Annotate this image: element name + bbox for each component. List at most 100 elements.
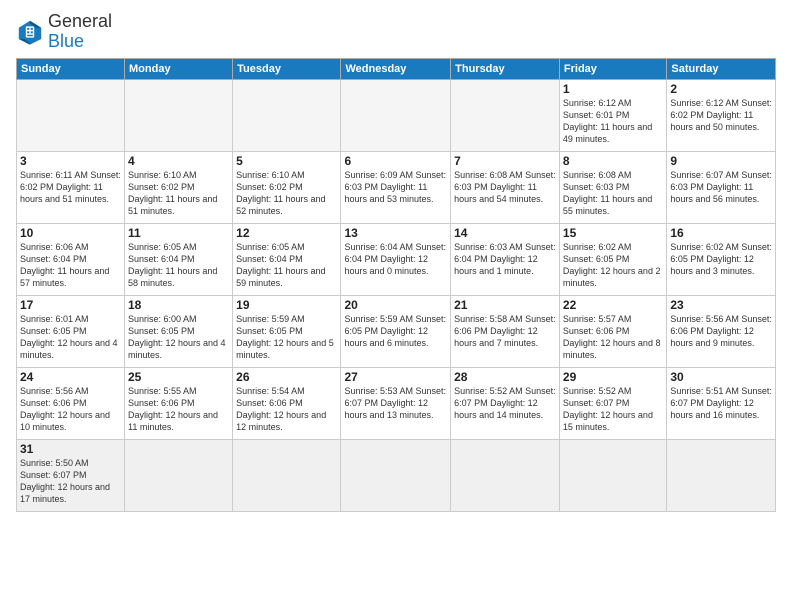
calendar-week-1: 1Sunrise: 6:12 AM Sunset: 6:01 PM Daylig… <box>17 79 776 151</box>
calendar-cell: 14Sunrise: 6:03 AM Sunset: 6:04 PM Dayli… <box>451 223 560 295</box>
calendar-cell <box>667 439 776 511</box>
calendar-cell <box>341 439 451 511</box>
calendar-cell: 19Sunrise: 5:59 AM Sunset: 6:05 PM Dayli… <box>233 295 341 367</box>
calendar-cell: 2Sunrise: 6:12 AM Sunset: 6:02 PM Daylig… <box>667 79 776 151</box>
day-info: Sunrise: 5:52 AM Sunset: 6:07 PM Dayligh… <box>454 385 556 421</box>
day-number: 26 <box>236 370 337 384</box>
calendar-cell: 11Sunrise: 6:05 AM Sunset: 6:04 PM Dayli… <box>125 223 233 295</box>
day-number: 16 <box>670 226 772 240</box>
calendar-cell: 4Sunrise: 6:10 AM Sunset: 6:02 PM Daylig… <box>125 151 233 223</box>
calendar-cell: 9Sunrise: 6:07 AM Sunset: 6:03 PM Daylig… <box>667 151 776 223</box>
calendar-cell: 20Sunrise: 5:59 AM Sunset: 6:05 PM Dayli… <box>341 295 451 367</box>
day-info: Sunrise: 6:08 AM Sunset: 6:03 PM Dayligh… <box>563 169 663 218</box>
calendar-cell: 26Sunrise: 5:54 AM Sunset: 6:06 PM Dayli… <box>233 367 341 439</box>
logo: General Blue <box>16 12 112 52</box>
day-number: 1 <box>563 82 663 96</box>
day-number: 15 <box>563 226 663 240</box>
day-info: Sunrise: 5:53 AM Sunset: 6:07 PM Dayligh… <box>344 385 447 421</box>
logo-general: General <box>48 12 112 32</box>
calendar-cell <box>125 439 233 511</box>
header: General Blue <box>16 12 776 52</box>
day-info: Sunrise: 5:51 AM Sunset: 6:07 PM Dayligh… <box>670 385 772 421</box>
calendar-cell <box>559 439 666 511</box>
day-info: Sunrise: 5:56 AM Sunset: 6:06 PM Dayligh… <box>670 313 772 349</box>
day-info: Sunrise: 5:56 AM Sunset: 6:06 PM Dayligh… <box>20 385 121 434</box>
calendar-cell: 27Sunrise: 5:53 AM Sunset: 6:07 PM Dayli… <box>341 367 451 439</box>
day-number: 8 <box>563 154 663 168</box>
weekday-header-saturday: Saturday <box>667 58 776 79</box>
day-info: Sunrise: 6:11 AM Sunset: 6:02 PM Dayligh… <box>20 169 121 205</box>
day-number: 19 <box>236 298 337 312</box>
calendar-cell <box>451 439 560 511</box>
calendar-cell: 23Sunrise: 5:56 AM Sunset: 6:06 PM Dayli… <box>667 295 776 367</box>
logo-icon <box>16 18 44 46</box>
calendar-cell <box>17 79 125 151</box>
day-info: Sunrise: 5:59 AM Sunset: 6:05 PM Dayligh… <box>236 313 337 362</box>
calendar-cell <box>125 79 233 151</box>
calendar-cell: 8Sunrise: 6:08 AM Sunset: 6:03 PM Daylig… <box>559 151 666 223</box>
day-info: Sunrise: 5:50 AM Sunset: 6:07 PM Dayligh… <box>20 457 121 506</box>
calendar-cell <box>451 79 560 151</box>
day-info: Sunrise: 6:09 AM Sunset: 6:03 PM Dayligh… <box>344 169 447 205</box>
calendar-cell: 16Sunrise: 6:02 AM Sunset: 6:05 PM Dayli… <box>667 223 776 295</box>
day-info: Sunrise: 6:06 AM Sunset: 6:04 PM Dayligh… <box>20 241 121 290</box>
day-info: Sunrise: 6:05 AM Sunset: 6:04 PM Dayligh… <box>128 241 229 290</box>
day-number: 25 <box>128 370 229 384</box>
calendar-week-3: 10Sunrise: 6:06 AM Sunset: 6:04 PM Dayli… <box>17 223 776 295</box>
day-number: 13 <box>344 226 447 240</box>
calendar-cell: 28Sunrise: 5:52 AM Sunset: 6:07 PM Dayli… <box>451 367 560 439</box>
logo-blue: Blue <box>48 32 112 52</box>
logo-text: General Blue <box>48 12 112 52</box>
day-info: Sunrise: 5:52 AM Sunset: 6:07 PM Dayligh… <box>563 385 663 434</box>
calendar-cell: 3Sunrise: 6:11 AM Sunset: 6:02 PM Daylig… <box>17 151 125 223</box>
day-info: Sunrise: 5:59 AM Sunset: 6:05 PM Dayligh… <box>344 313 447 349</box>
day-info: Sunrise: 5:58 AM Sunset: 6:06 PM Dayligh… <box>454 313 556 349</box>
day-number: 24 <box>20 370 121 384</box>
day-number: 5 <box>236 154 337 168</box>
day-info: Sunrise: 5:57 AM Sunset: 6:06 PM Dayligh… <box>563 313 663 362</box>
day-number: 30 <box>670 370 772 384</box>
day-number: 22 <box>563 298 663 312</box>
day-number: 3 <box>20 154 121 168</box>
calendar-cell: 1Sunrise: 6:12 AM Sunset: 6:01 PM Daylig… <box>559 79 666 151</box>
calendar-cell: 12Sunrise: 6:05 AM Sunset: 6:04 PM Dayli… <box>233 223 341 295</box>
day-info: Sunrise: 6:12 AM Sunset: 6:02 PM Dayligh… <box>670 97 772 133</box>
day-info: Sunrise: 6:01 AM Sunset: 6:05 PM Dayligh… <box>20 313 121 362</box>
day-info: Sunrise: 6:04 AM Sunset: 6:04 PM Dayligh… <box>344 241 447 277</box>
calendar-week-6: 31Sunrise: 5:50 AM Sunset: 6:07 PM Dayli… <box>17 439 776 511</box>
day-number: 17 <box>20 298 121 312</box>
day-number: 7 <box>454 154 556 168</box>
day-number: 20 <box>344 298 447 312</box>
weekday-header-wednesday: Wednesday <box>341 58 451 79</box>
calendar-cell: 29Sunrise: 5:52 AM Sunset: 6:07 PM Dayli… <box>559 367 666 439</box>
day-info: Sunrise: 6:03 AM Sunset: 6:04 PM Dayligh… <box>454 241 556 277</box>
calendar-week-4: 17Sunrise: 6:01 AM Sunset: 6:05 PM Dayli… <box>17 295 776 367</box>
calendar-cell: 24Sunrise: 5:56 AM Sunset: 6:06 PM Dayli… <box>17 367 125 439</box>
calendar-cell: 13Sunrise: 6:04 AM Sunset: 6:04 PM Dayli… <box>341 223 451 295</box>
day-number: 9 <box>670 154 772 168</box>
day-info: Sunrise: 5:54 AM Sunset: 6:06 PM Dayligh… <box>236 385 337 434</box>
day-number: 10 <box>20 226 121 240</box>
day-number: 14 <box>454 226 556 240</box>
weekday-header-thursday: Thursday <box>451 58 560 79</box>
day-number: 18 <box>128 298 229 312</box>
day-number: 4 <box>128 154 229 168</box>
day-info: Sunrise: 6:07 AM Sunset: 6:03 PM Dayligh… <box>670 169 772 205</box>
day-number: 31 <box>20 442 121 456</box>
calendar-cell: 6Sunrise: 6:09 AM Sunset: 6:03 PM Daylig… <box>341 151 451 223</box>
day-info: Sunrise: 6:05 AM Sunset: 6:04 PM Dayligh… <box>236 241 337 290</box>
calendar-week-2: 3Sunrise: 6:11 AM Sunset: 6:02 PM Daylig… <box>17 151 776 223</box>
day-info: Sunrise: 6:12 AM Sunset: 6:01 PM Dayligh… <box>563 97 663 146</box>
calendar-cell: 7Sunrise: 6:08 AM Sunset: 6:03 PM Daylig… <box>451 151 560 223</box>
day-number: 23 <box>670 298 772 312</box>
calendar-cell <box>341 79 451 151</box>
calendar-cell: 21Sunrise: 5:58 AM Sunset: 6:06 PM Dayli… <box>451 295 560 367</box>
calendar-cell: 5Sunrise: 6:10 AM Sunset: 6:02 PM Daylig… <box>233 151 341 223</box>
day-info: Sunrise: 5:55 AM Sunset: 6:06 PM Dayligh… <box>128 385 229 434</box>
calendar-table: SundayMondayTuesdayWednesdayThursdayFrid… <box>16 58 776 512</box>
calendar-cell <box>233 439 341 511</box>
calendar-cell <box>233 79 341 151</box>
day-info: Sunrise: 6:02 AM Sunset: 6:05 PM Dayligh… <box>670 241 772 277</box>
calendar-cell: 15Sunrise: 6:02 AM Sunset: 6:05 PM Dayli… <box>559 223 666 295</box>
calendar-cell: 22Sunrise: 5:57 AM Sunset: 6:06 PM Dayli… <box>559 295 666 367</box>
